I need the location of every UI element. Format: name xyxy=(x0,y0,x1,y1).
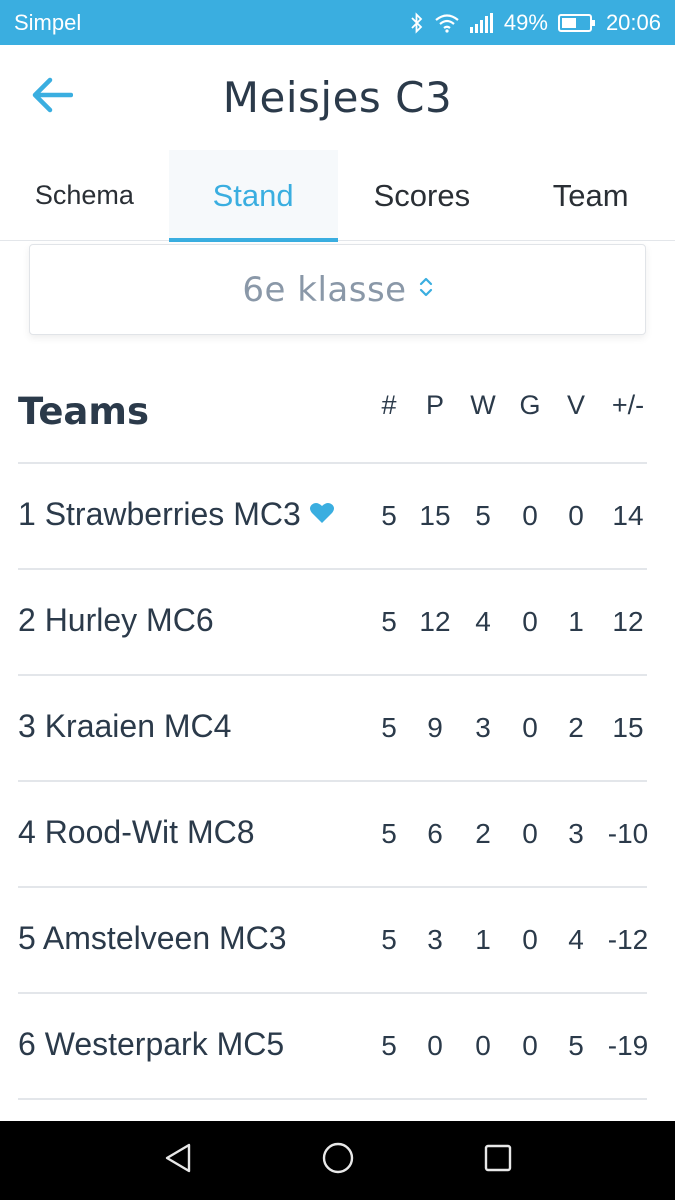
cell-played: 5 xyxy=(381,924,397,955)
cell-points: 9 xyxy=(427,712,443,743)
cell-played: 5 xyxy=(381,1030,397,1061)
cell-draw: 0 xyxy=(522,606,538,637)
class-select-value: 6e klasse xyxy=(242,269,407,310)
table-row[interactable]: 2 Hurley MC6 5 12 4 0 1 12 xyxy=(18,570,647,676)
cell-draw: 0 xyxy=(522,924,538,955)
nav-recents-icon xyxy=(483,1143,513,1178)
nav-home-button[interactable] xyxy=(308,1131,368,1191)
cell-played: 5 xyxy=(381,606,397,637)
team-cell: 1 Strawberries MC3 xyxy=(18,496,335,533)
tab-stand[interactable]: Stand xyxy=(168,150,338,242)
cell-draw: 0 xyxy=(522,818,538,849)
cell-draw: 0 xyxy=(522,712,538,743)
cell-played: 5 xyxy=(381,500,397,531)
status-bar: Simpel 49% 20:06 xyxy=(0,0,675,45)
table-header: Teams # P W G V +/- xyxy=(18,360,647,464)
cell-points: 15 xyxy=(419,500,451,531)
table-row[interactable]: 1 Strawberries MC3 5 15 5 0 0 14 xyxy=(18,464,647,570)
cell-goal-diff: -12 xyxy=(607,924,649,955)
team-name: 6 Westerpark MC5 xyxy=(18,1026,285,1062)
cell-won: 4 xyxy=(475,606,491,637)
nav-home-icon xyxy=(321,1141,355,1180)
table-row[interactable]: 3 Kraaien MC4 5 9 3 0 2 15 xyxy=(18,676,647,782)
carrier-label: Simpel xyxy=(14,9,82,35)
cell-points: 3 xyxy=(427,924,443,955)
cell-points: 12 xyxy=(419,606,451,637)
column-header: +/- xyxy=(611,390,645,420)
cell-lost: 5 xyxy=(568,1030,584,1061)
cell-lost: 1 xyxy=(568,606,584,637)
nav-back-icon xyxy=(163,1142,193,1179)
cell-won: 2 xyxy=(475,818,491,849)
cell-won: 1 xyxy=(475,924,491,955)
cell-goal-diff: 12 xyxy=(612,606,644,637)
cell-lost: 3 xyxy=(568,818,584,849)
cell-played: 5 xyxy=(381,818,397,849)
column-header: G xyxy=(519,390,541,420)
class-select[interactable]: 6e klasse xyxy=(29,244,646,335)
cell-won: 3 xyxy=(475,712,491,743)
status-icons: 49% 20:06 xyxy=(410,10,661,36)
cell-won: 0 xyxy=(475,1030,491,1061)
cell-lost: 0 xyxy=(568,500,584,531)
tab-schema[interactable]: Schema xyxy=(0,150,169,241)
cell-draw: 0 xyxy=(522,1030,538,1061)
app-header: Meisjes C3 xyxy=(0,45,675,150)
team-cell: 5 Amstelveen MC3 xyxy=(18,920,287,957)
team-cell: 3 Kraaien MC4 xyxy=(18,708,231,745)
column-header: # xyxy=(381,390,397,420)
system-nav-bar xyxy=(0,1121,675,1200)
signal-icon xyxy=(469,12,494,33)
standings-table: Teams # P W G V +/- 1 Strawberries MC3 5… xyxy=(18,360,648,1100)
heart-icon[interactable] xyxy=(309,496,335,533)
team-cell: 4 Rood-Wit MC8 xyxy=(18,814,255,851)
team-cell: 2 Hurley MC6 xyxy=(18,602,214,639)
cell-goal-diff: 14 xyxy=(612,500,644,531)
cell-goal-diff: -10 xyxy=(607,818,649,849)
tab-team[interactable]: Team xyxy=(506,150,675,241)
tab-bar: Schema Stand Scores Team xyxy=(0,150,675,242)
cell-draw: 0 xyxy=(522,500,538,531)
nav-recents-button[interactable] xyxy=(468,1131,528,1191)
team-name: 5 Amstelveen MC3 xyxy=(18,920,287,956)
column-header: W xyxy=(470,390,496,420)
cell-lost: 4 xyxy=(568,924,584,955)
cell-goal-diff: 15 xyxy=(612,712,644,743)
team-name: 2 Hurley MC6 xyxy=(18,602,214,638)
clock: 20:06 xyxy=(605,9,661,35)
page-title: Meisjes C3 xyxy=(222,73,453,122)
bluetooth-icon xyxy=(410,11,424,34)
battery-percent: 49% xyxy=(503,9,548,35)
table-title: Teams xyxy=(18,390,149,433)
cell-points: 0 xyxy=(427,1030,443,1061)
table-row[interactable]: 6 Westerpark MC5 5 0 0 0 5 -19 xyxy=(18,994,648,1100)
table-row[interactable]: 5 Amstelveen MC3 5 3 1 0 4 -12 xyxy=(18,888,648,994)
chevron-updown-icon xyxy=(419,275,433,304)
team-name: 3 Kraaien MC4 xyxy=(18,708,232,744)
battery-icon xyxy=(557,13,596,33)
team-name: 1 Strawberries MC3 xyxy=(18,496,301,532)
nav-back-button[interactable] xyxy=(148,1131,208,1191)
column-header: V xyxy=(566,390,585,420)
cell-points: 6 xyxy=(427,818,443,849)
wifi-icon xyxy=(434,13,460,33)
column-header: P xyxy=(425,390,444,420)
tab-scores[interactable]: Scores xyxy=(338,150,507,241)
cell-goal-diff: -19 xyxy=(607,1030,649,1061)
cell-lost: 2 xyxy=(568,712,584,743)
team-name: 4 Rood-Wit MC8 xyxy=(18,814,255,850)
cell-played: 5 xyxy=(381,712,397,743)
team-cell: 6 Westerpark MC5 xyxy=(18,1026,284,1063)
table-row[interactable]: 4 Rood-Wit MC8 5 6 2 0 3 -10 xyxy=(18,782,648,888)
cell-won: 5 xyxy=(475,500,491,531)
